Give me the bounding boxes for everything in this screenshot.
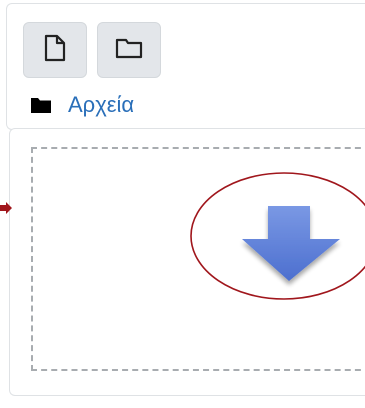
- pointer-arrow-icon: [0, 202, 12, 214]
- down-arrow-icon: [242, 206, 340, 281]
- folder-icon: [30, 96, 52, 114]
- add-file-button[interactable]: [23, 22, 87, 78]
- folder-outline-icon: [115, 37, 143, 64]
- file-picker: Αρχεία: [0, 0, 365, 408]
- file-icon: [42, 34, 68, 67]
- create-folder-button[interactable]: [97, 22, 161, 78]
- breadcrumb: Αρχεία: [30, 90, 134, 120]
- breadcrumb-files-link[interactable]: Αρχεία: [68, 92, 134, 118]
